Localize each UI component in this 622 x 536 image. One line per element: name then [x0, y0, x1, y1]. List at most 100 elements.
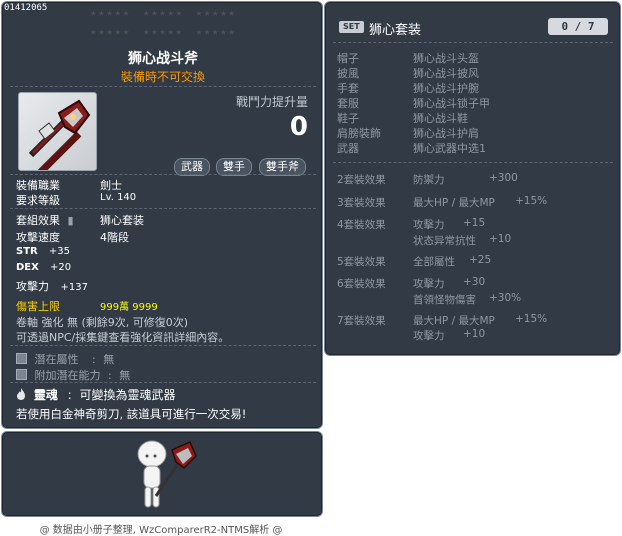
- potential-label: 潛在屬性: [34, 353, 79, 366]
- set-piece-slot: 鞋子: [337, 112, 359, 125]
- item-tooltip-panel: 01412065 ★★★★★ ★★★★★ ★★★★★ ★★★★★ ★★★★★ ★★★★★…: [1, 1, 323, 429]
- bonus-potential-icon: [16, 369, 27, 380]
- required-job-row: 裝備職業 劍士: [16, 177, 122, 193]
- power-increase-value: 0: [289, 112, 308, 142]
- dex-row: DEX +20: [16, 262, 71, 273]
- divider: [10, 86, 316, 87]
- set-badge: SET: [339, 21, 364, 33]
- divider: [10, 345, 316, 346]
- set-bonus-line: 最大HP / 最大MP +15%: [413, 195, 547, 210]
- set-bonus-line: 全部屬性 +25: [413, 254, 491, 269]
- attack-power-value: +137: [60, 282, 88, 293]
- platinum-scissors-note: 若使用白金神奇剪刀, 該道具可進行一次交易!: [16, 407, 247, 421]
- required-level-row: 要求等級 Lv. 140: [16, 192, 136, 208]
- divider: [333, 42, 613, 43]
- divider: [10, 174, 316, 175]
- set-bonus-stat: 最大HP / 最大MP: [413, 197, 495, 209]
- set-piece-name: 狮心武器中选1: [413, 142, 486, 155]
- set-piece-row: 肩膀裝飾 狮心战斗护肩: [337, 125, 479, 141]
- set-bonus-line: 防禦力 +300: [413, 172, 518, 187]
- set-bonus-value: +10: [463, 328, 486, 340]
- set-piece-row: 帽子 狮心战斗头盔: [337, 50, 479, 66]
- required-job-value: 劍士: [100, 179, 122, 192]
- set-bonus-line: 攻擊力 +30: [413, 276, 485, 291]
- str-value: +35: [48, 246, 71, 257]
- damage-cap-label: 傷害上限: [16, 300, 60, 313]
- divider: [10, 382, 316, 383]
- set-bonus-heading: 7套裝效果: [337, 315, 386, 327]
- set-bonus-stat: 全部屬性: [413, 256, 455, 268]
- trade-restriction-note: 裝備時不可交換: [120, 70, 205, 84]
- set-piece-slot: 手套: [337, 82, 359, 95]
- star-force-row-1: ★★★★★ ★★★★★ ★★★★★: [89, 9, 237, 18]
- set-bonus-line: 攻擊力 +15: [413, 217, 485, 232]
- attack-speed-label: 攻擊速度: [16, 231, 60, 244]
- set-effect-value: 狮心套装: [100, 214, 144, 227]
- set-piece-count: 0 / 7: [548, 18, 608, 35]
- set-piece-row: 手套 狮心战斗护腕: [337, 80, 479, 96]
- set-bonus-line: 首領怪物傷害 +30%: [413, 292, 521, 307]
- divider: [333, 162, 613, 163]
- set-piece-name: 狮心战斗头盔: [413, 52, 479, 65]
- set-bonus-value: +15%: [515, 195, 548, 207]
- soul-flame-icon: [17, 388, 25, 400]
- potential-icon: [16, 353, 27, 364]
- soul-value: 可變換為靈魂武器: [79, 388, 176, 402]
- set-bonus-value: +15: [463, 217, 486, 229]
- set-effect-label: 套組效果: [16, 214, 60, 227]
- str-row: STR +35: [16, 246, 70, 257]
- set-piece-row: 披風 狮心战斗披风: [337, 65, 479, 81]
- set-bonus-value: +30: [463, 276, 486, 288]
- set-bonus-value: +300: [489, 172, 518, 184]
- set-piece-row: 武器 狮心武器中选1: [337, 140, 486, 156]
- set-bonus-line: 状态异常抗性 +10: [413, 233, 511, 248]
- enhance-hint: 可透過NPC/採集鍵查看強化資訊詳細內容。: [16, 331, 230, 344]
- set-bonus-value: +15%: [515, 313, 548, 325]
- battle-axe-icon: [28, 99, 91, 178]
- set-bonus-heading: 5套裝效果: [337, 256, 386, 268]
- item-title: 狮心战斗斧: [128, 51, 198, 67]
- attack-power-label: 攻擊力: [16, 280, 49, 293]
- set-bonus-stat: 防禦力: [413, 174, 445, 186]
- set-piece-row: 套服 狮心战斗锁子甲: [337, 95, 490, 111]
- set-bonus-stat: 最大HP / 最大MP: [413, 315, 495, 327]
- set-piece-row: 鞋子 狮心战斗鞋: [337, 110, 468, 126]
- bonus-potential-value: 無: [119, 369, 131, 382]
- set-piece-name: 狮心战斗鞋: [413, 112, 468, 125]
- character-with-axe-preview: [137, 440, 197, 508]
- set-piece-name: 狮心战斗护腕: [413, 82, 479, 95]
- bonus-potential-row: 附加潛在能力 : 無: [16, 367, 130, 383]
- attack-speed-row: 攻擊速度 4階段: [16, 229, 129, 245]
- set-bonus-heading: 4套裝效果: [337, 219, 386, 231]
- set-piece-slot: 帽子: [337, 52, 359, 65]
- required-job-label: 裝備職業: [16, 179, 60, 192]
- set-bonus-stat: 首領怪物傷害: [413, 294, 476, 306]
- set-bonus-value: +10: [489, 233, 512, 245]
- set-piece-name: 狮心战斗披风: [413, 67, 479, 80]
- required-level-value: Lv. 140: [100, 192, 137, 203]
- set-bonus-value: +30%: [489, 292, 522, 304]
- set-piece-slot: 肩膀裝飾: [337, 127, 381, 140]
- set-bonus-stat: 攻擊力: [413, 330, 445, 342]
- damage-cap-value: 999萬 9999: [100, 302, 158, 313]
- character-preview-panel: [1, 431, 323, 517]
- set-piece-name: 狮心战斗护肩: [413, 127, 479, 140]
- set-bonus-line: 最大HP / 最大MP +15%: [413, 313, 547, 328]
- item-icon-frame: [18, 92, 97, 178]
- dex-value: +20: [50, 262, 72, 273]
- set-bonus-value: +25: [469, 254, 492, 266]
- set-effect-panel: SET 狮心套装 0 / 7 帽子 狮心战斗头盔 披風 狮心战斗披风 手套 狮心…: [324, 1, 621, 356]
- set-bonus-line: 攻擊力 +10: [413, 328, 485, 343]
- footer-credit: @ 数据由小册子整理, WzComparerR2-NTMS解析 @: [39, 525, 283, 536]
- set-bonus-stat: 攻擊力: [413, 278, 445, 290]
- set-effect-indicator: ▮: [67, 214, 74, 227]
- damage-cap-row: 傷害上限 999萬 9999: [16, 298, 158, 314]
- set-effect-row: 套組效果 ▮ 狮心套装: [16, 212, 144, 228]
- dex-label: DEX: [16, 262, 39, 273]
- set-bonus-stat: 状态异常抗性: [413, 235, 476, 247]
- set-bonus-stat: 攻擊力: [413, 219, 445, 231]
- power-increase-label: 戰鬥力提升量: [235, 95, 308, 109]
- set-name: 狮心套装: [369, 23, 422, 38]
- set-bonus-heading: 2套裝效果: [337, 174, 386, 186]
- divider: [10, 208, 316, 209]
